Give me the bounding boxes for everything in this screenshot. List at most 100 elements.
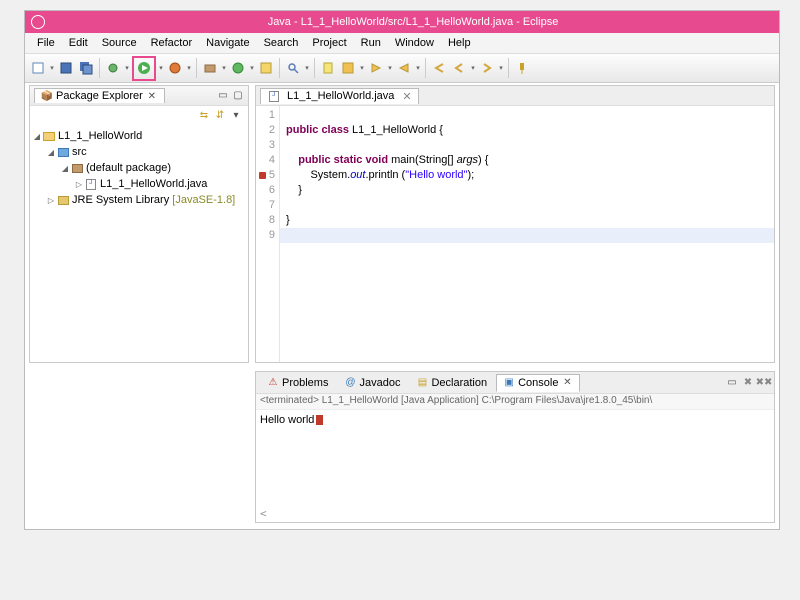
forward-button[interactable] [478,59,496,77]
package-explorer-toolbar: ⇆ ⇵ ▾ [30,106,248,124]
project-tree[interactable]: ◢ L1_1_HelloWorld ◢ src ◢ (default packa… [30,124,248,212]
menu-navigate[interactable]: Navigate [200,35,255,51]
line-number: 6 [256,183,275,198]
package-explorer-tab[interactable]: 📦 Package Explorer ✕ [34,88,165,103]
tab-problems[interactable]: ⚠Problems [260,374,335,392]
open-type-button[interactable] [257,59,275,77]
minimize-icon[interactable]: ▭ [217,90,229,102]
menubar[interactable]: File Edit Source Refactor Navigate Searc… [25,33,779,53]
bottom-panel: ⚠Problems @Javadoc ▤Declaration ▣Console… [255,371,775,523]
toolbar-separator [279,58,280,78]
remove-launch-icon[interactable]: ✖ [742,377,754,389]
search-dropdown[interactable] [304,64,310,72]
close-icon[interactable]: ✕ [398,90,411,103]
new-class-dropdown[interactable] [249,64,255,72]
next-annotation-dropdown[interactable] [387,64,393,72]
tree-package[interactable]: ◢ (default package) [32,160,246,176]
package-explorer-view: 📦 Package Explorer ✕ ▭ ▢ ⇆ ⇵ ▾ ◢ L1_1_He [29,85,249,363]
view-menu-icon[interactable]: ▾ [230,109,242,121]
java-file-icon [84,178,98,190]
console-launch-label: <terminated> L1_1_HelloWorld [Java Appli… [256,394,774,410]
menu-search[interactable]: Search [258,35,305,51]
save-all-button[interactable] [77,59,95,77]
twisty-open-icon[interactable]: ◢ [32,132,42,141]
tab-console[interactable]: ▣Console ✕ [496,374,580,392]
line-number: 9 [256,228,275,243]
window-title: Java - L1_1_HelloWorld/src/L1_1_HelloWor… [53,16,773,28]
run-button-highlight [132,56,156,81]
line-number: 1 [256,108,275,123]
new-button[interactable] [29,59,47,77]
tree-project[interactable]: ◢ L1_1_HelloWorld [32,128,246,144]
menu-project[interactable]: Project [306,35,352,51]
new-class-button[interactable] [229,59,247,77]
run-button[interactable] [135,59,153,77]
back-button[interactable] [450,59,468,77]
package-explorer-header[interactable]: 📦 Package Explorer ✕ ▭ ▢ [30,86,248,106]
menu-help[interactable]: Help [442,35,477,51]
java-file-icon [267,90,281,102]
bottom-tabbar[interactable]: ⚠Problems @Javadoc ▤Declaration ▣Console… [256,372,774,394]
tree-src[interactable]: ◢ src [32,144,246,160]
editor-tabbar[interactable]: L1_1_HelloWorld.java ✕ [256,86,774,106]
line-number: 2 [256,123,275,138]
menu-source[interactable]: Source [96,35,143,51]
collapse-all-icon[interactable]: ⇆ [198,109,210,121]
prev-annotation-button[interactable] [395,59,413,77]
toolbar-separator [508,58,509,78]
last-edit-button[interactable] [430,59,448,77]
code-content[interactable]: public class L1_1_HelloWorld { public st… [280,106,774,362]
line-number: 8 [256,213,275,228]
line-gutter[interactable]: 1 2 3 4 5 6 7 8 9 [256,106,280,362]
tree-java-file[interactable]: ▷ L1_1_HelloWorld.java [32,176,246,192]
toolbar-separator [314,58,315,78]
link-editor-icon[interactable]: ⇵ [214,109,226,121]
new-package-button[interactable] [201,59,219,77]
search-button[interactable] [284,59,302,77]
titlebar[interactable]: Java - L1_1_HelloWorld/src/L1_1_HelloWor… [25,11,779,33]
close-icon[interactable]: ✕ [146,90,158,102]
prev-annotation-dropdown[interactable] [415,64,421,72]
menu-run[interactable]: Run [355,35,387,51]
toggle-mark-button[interactable] [319,59,337,77]
annotation-dropdown[interactable] [359,64,365,72]
new-dropdown[interactable] [49,64,55,72]
breakpoint-icon[interactable] [259,172,266,179]
toolbar [25,53,779,83]
annotation-button[interactable] [339,59,357,77]
menu-refactor[interactable]: Refactor [145,35,199,51]
tab-javadoc[interactable]: @Javadoc [337,374,407,392]
back-dropdown[interactable] [470,64,476,72]
remove-all-icon[interactable]: ✖✖ [758,377,770,389]
pin-console-icon[interactable]: ▭ [726,377,738,389]
line-number: 7 [256,198,275,213]
code-editor[interactable]: 1 2 3 4 5 6 7 8 9 public class L1_1_Hell… [256,106,774,362]
maximize-icon[interactable]: ▢ [232,90,244,102]
debug-dropdown[interactable] [124,64,130,72]
close-icon[interactable]: ✕ [561,377,573,389]
tree-jre[interactable]: ▷ JRE System Library [JavaSE-1.8] [32,192,246,208]
debug-button[interactable] [104,59,122,77]
twisty-open-icon[interactable]: ◢ [46,148,56,157]
eclipse-icon [31,15,45,29]
pin-button[interactable] [513,59,531,77]
twisty-closed-icon[interactable]: ▷ [46,196,56,205]
twisty-open-icon[interactable]: ◢ [60,164,70,173]
project-icon [42,130,56,142]
run-dropdown[interactable] [158,64,164,72]
menu-file[interactable]: File [31,35,61,51]
forward-dropdown[interactable] [498,64,504,72]
console-prompt: < [260,507,267,520]
toolbar-separator [196,58,197,78]
new-package-dropdown[interactable] [221,64,227,72]
tab-declaration[interactable]: ▤Declaration [409,374,494,392]
console-output[interactable]: Hello world [256,410,774,428]
coverage-dropdown[interactable] [186,64,192,72]
menu-edit[interactable]: Edit [63,35,94,51]
menu-window[interactable]: Window [389,35,440,51]
next-annotation-button[interactable] [367,59,385,77]
twisty-closed-icon[interactable]: ▷ [74,180,84,189]
editor-tab[interactable]: L1_1_HelloWorld.java ✕ [260,88,419,104]
save-button[interactable] [57,59,75,77]
coverage-button[interactable] [166,59,184,77]
